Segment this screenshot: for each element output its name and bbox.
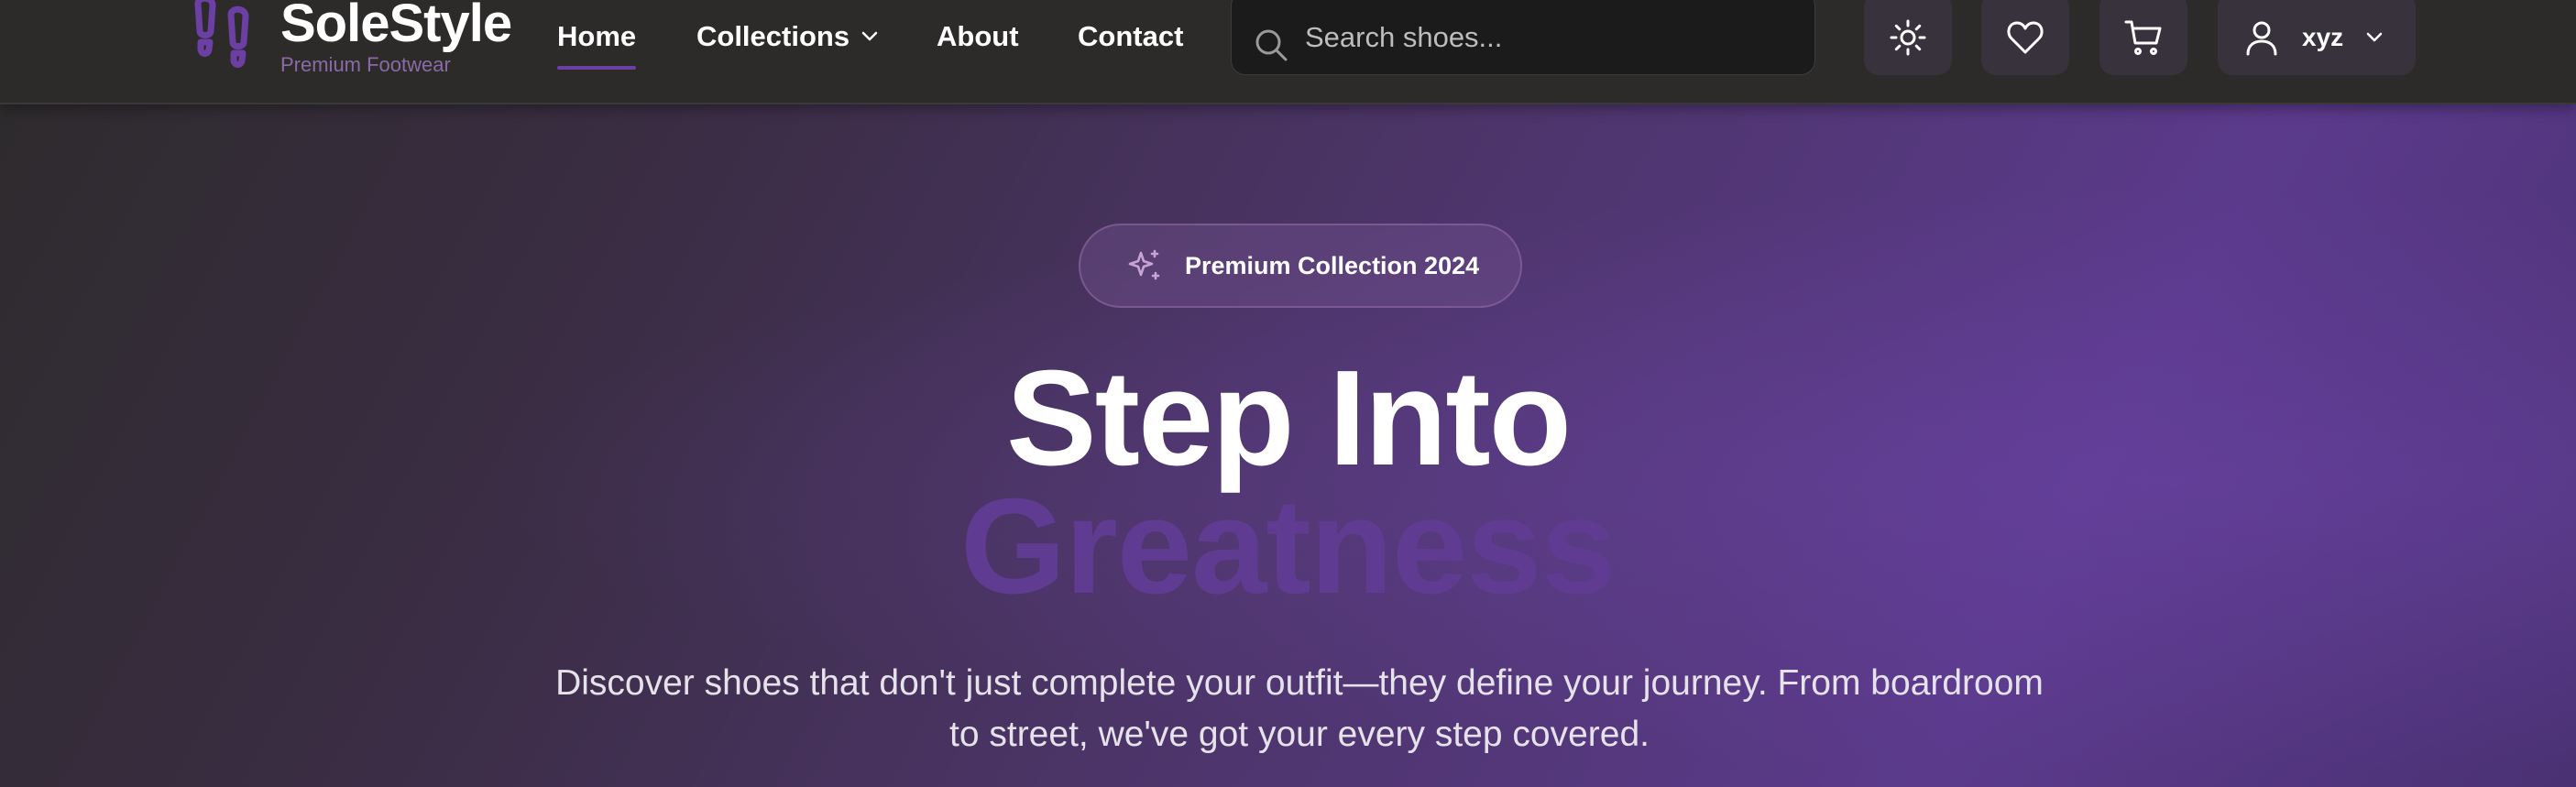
- nav-contact[interactable]: Contact: [1078, 11, 1183, 62]
- user-menu-button[interactable]: xyz: [2218, 0, 2416, 75]
- hero-subtitle: Discover shoes that don't just complete …: [555, 663, 2044, 754]
- badge-label: Premium Collection 2024: [1185, 251, 1480, 279]
- footprints-icon: [194, 0, 249, 68]
- nav-collections[interactable]: Collections: [696, 11, 879, 62]
- nav-about-label: About: [937, 20, 1019, 52]
- search-input[interactable]: [1305, 21, 1781, 54]
- nav-contact-label: Contact: [1078, 20, 1184, 52]
- nav-home[interactable]: Home: [557, 11, 637, 70]
- brand-tagline: Premium Footwear: [280, 53, 451, 76]
- nav-about[interactable]: About: [937, 11, 1019, 62]
- cart-button[interactable]: [2099, 0, 2187, 75]
- user-icon: [2246, 21, 2277, 56]
- brand-name: SoleStyle: [280, 0, 512, 53]
- sun-icon: [1890, 19, 1926, 56]
- search-icon: [1255, 29, 1288, 61]
- logo[interactable]: SoleStyle Premium Footwear: [191, 0, 512, 76]
- hero-section: Premium Collection 2024 Step Into Greatn…: [0, 104, 2576, 787]
- wishlist-button[interactable]: [1981, 0, 2069, 75]
- chevron-down-icon: [861, 31, 878, 41]
- search-box[interactable]: [1231, 0, 1815, 75]
- username: xyz: [2302, 23, 2344, 51]
- nav-collections-label: Collections: [696, 20, 850, 52]
- collection-badge: Premium Collection 2024: [1079, 224, 1522, 308]
- sparkles-icon: [1128, 249, 1160, 280]
- navbar: SoleStyle Premium Footwear Home Collecti…: [0, 0, 2576, 104]
- page: SoleStyle Premium Footwear Home Collecti…: [0, 0, 2576, 787]
- chevron-down-icon: [2366, 32, 2383, 42]
- cart-icon: [2124, 20, 2162, 55]
- nav-home-label: Home: [557, 20, 637, 52]
- theme-toggle-button[interactable]: [1864, 0, 1952, 75]
- heart-icon: [2007, 21, 2044, 54]
- hero-title-line-1: Step Into: [1005, 343, 1572, 494]
- hero-title-line-2: Greatness: [960, 471, 1617, 622]
